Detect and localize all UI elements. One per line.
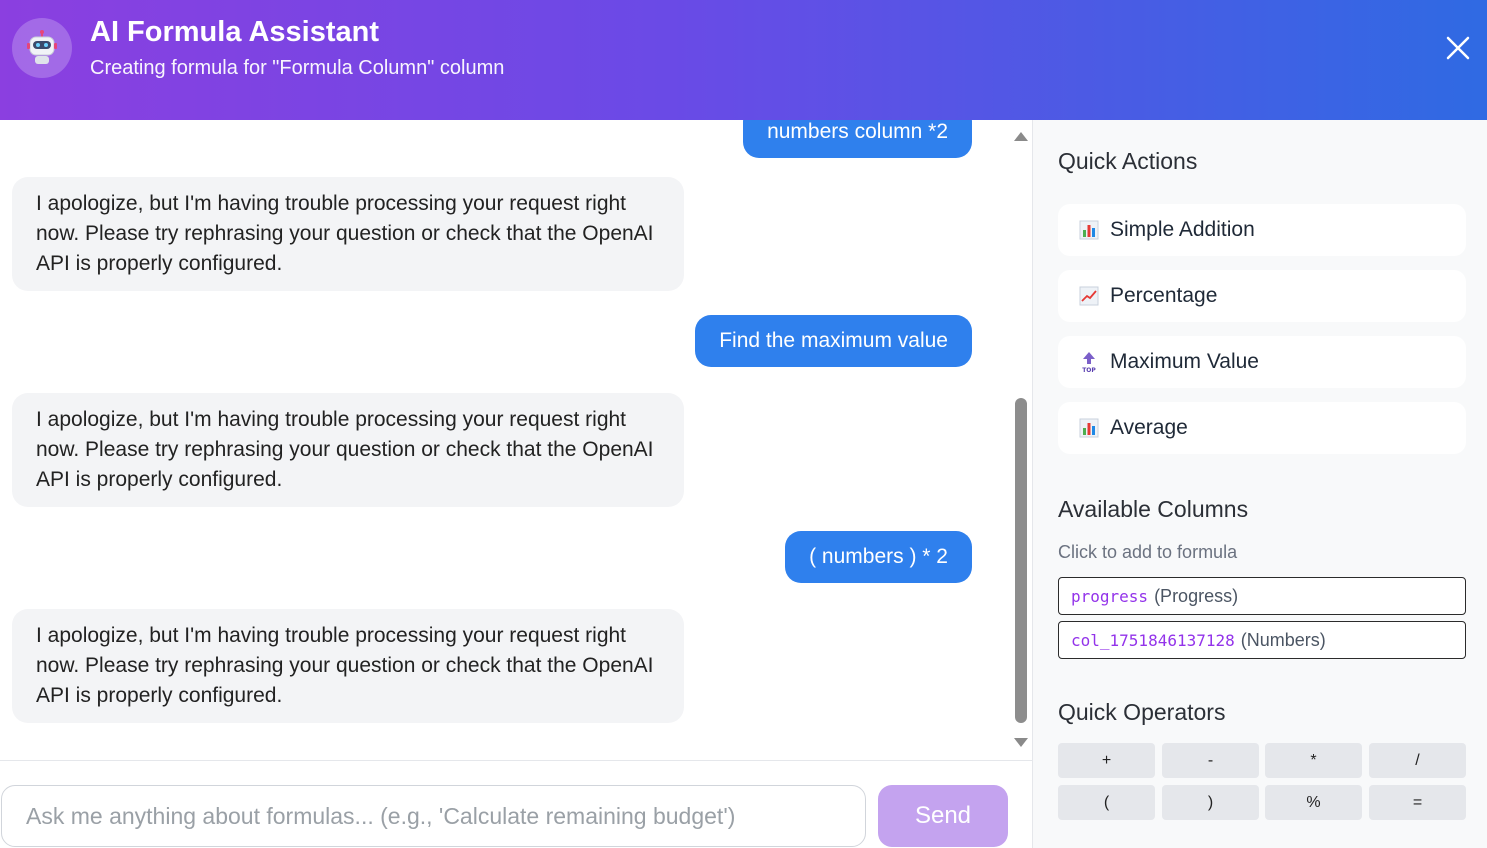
operator-open-paren-button[interactable]: ( — [1058, 785, 1155, 820]
quick-action-label: Maximum Value — [1110, 350, 1259, 373]
quick-operators-heading: Quick Operators — [1058, 699, 1226, 725]
trend-up-icon — [1078, 285, 1100, 307]
quick-action-maximum-value[interactable]: TOP Maximum Value — [1058, 336, 1466, 388]
quick-action-simple-addition[interactable]: Simple Addition — [1058, 204, 1466, 256]
page-subtitle: Creating formula for "Formula Column" co… — [90, 57, 505, 79]
operator-close-paren-button[interactable]: ) — [1162, 785, 1259, 820]
column-name: (Numbers) — [1240, 629, 1326, 650]
chat-scrollbar[interactable] — [1011, 120, 1031, 760]
quick-action-percentage[interactable]: Percentage — [1058, 270, 1466, 322]
side-panel: Quick Actions Simple Addition Percentage… — [1032, 120, 1487, 848]
assistant-message: I apologize, but I'm having trouble proc… — [12, 177, 684, 291]
column-key: col_1751846137128 — [1071, 630, 1235, 650]
operator-multiply-button[interactable]: * — [1265, 743, 1362, 778]
assistant-message: I apologize, but I'm having trouble proc… — [12, 609, 684, 723]
scroll-up-icon[interactable] — [1014, 132, 1028, 141]
send-button[interactable]: Send — [878, 785, 1008, 847]
column-chip-progress[interactable]: progress (Progress) — [1058, 577, 1466, 615]
page-title: AI Formula Assistant — [90, 16, 379, 48]
columns-hint: Click to add to formula — [1058, 542, 1238, 562]
user-message: numbers column *2 — [743, 120, 972, 158]
quick-action-label: Percentage — [1110, 284, 1218, 307]
chat-input[interactable] — [1, 785, 866, 847]
bar-chart-icon — [1078, 417, 1100, 439]
header: AI Formula Assistant Creating formula fo… — [0, 0, 1487, 120]
operator-minus-button[interactable]: - — [1162, 743, 1259, 778]
bar-chart-icon — [1078, 219, 1100, 241]
quick-action-label: Simple Addition — [1110, 218, 1255, 241]
quick-action-label: Average — [1110, 416, 1188, 439]
operator-divide-button[interactable]: / — [1369, 743, 1466, 778]
user-message: ( numbers ) * 2 — [785, 531, 972, 583]
assistant-message: I apologize, but I'm having trouble proc… — [12, 393, 684, 507]
operator-equals-button[interactable]: = — [1369, 785, 1466, 820]
available-columns-heading: Available Columns — [1058, 496, 1249, 522]
top-arrow-icon: TOP — [1078, 351, 1100, 373]
column-chip-numbers[interactable]: col_1751846137128 (Numbers) — [1058, 621, 1466, 659]
chat-input-bar: Send — [0, 760, 1032, 848]
scroll-thumb[interactable] — [1015, 398, 1027, 723]
operator-percent-button[interactable]: % — [1265, 785, 1362, 820]
user-message: Find the maximum value — [695, 315, 972, 367]
scroll-down-icon[interactable] — [1014, 738, 1028, 747]
column-name: (Progress) — [1154, 585, 1239, 606]
chat-messages[interactable]: numbers column *2 I apologize, but I'm h… — [0, 120, 1032, 760]
quick-action-average[interactable]: Average — [1058, 402, 1466, 454]
svg-text:TOP: TOP — [1082, 367, 1096, 373]
robot-avatar-icon — [12, 18, 72, 78]
operator-plus-button[interactable]: + — [1058, 743, 1155, 778]
column-key: progress — [1071, 586, 1149, 606]
close-icon[interactable] — [1440, 30, 1476, 66]
quick-actions-heading: Quick Actions — [1058, 148, 1198, 174]
